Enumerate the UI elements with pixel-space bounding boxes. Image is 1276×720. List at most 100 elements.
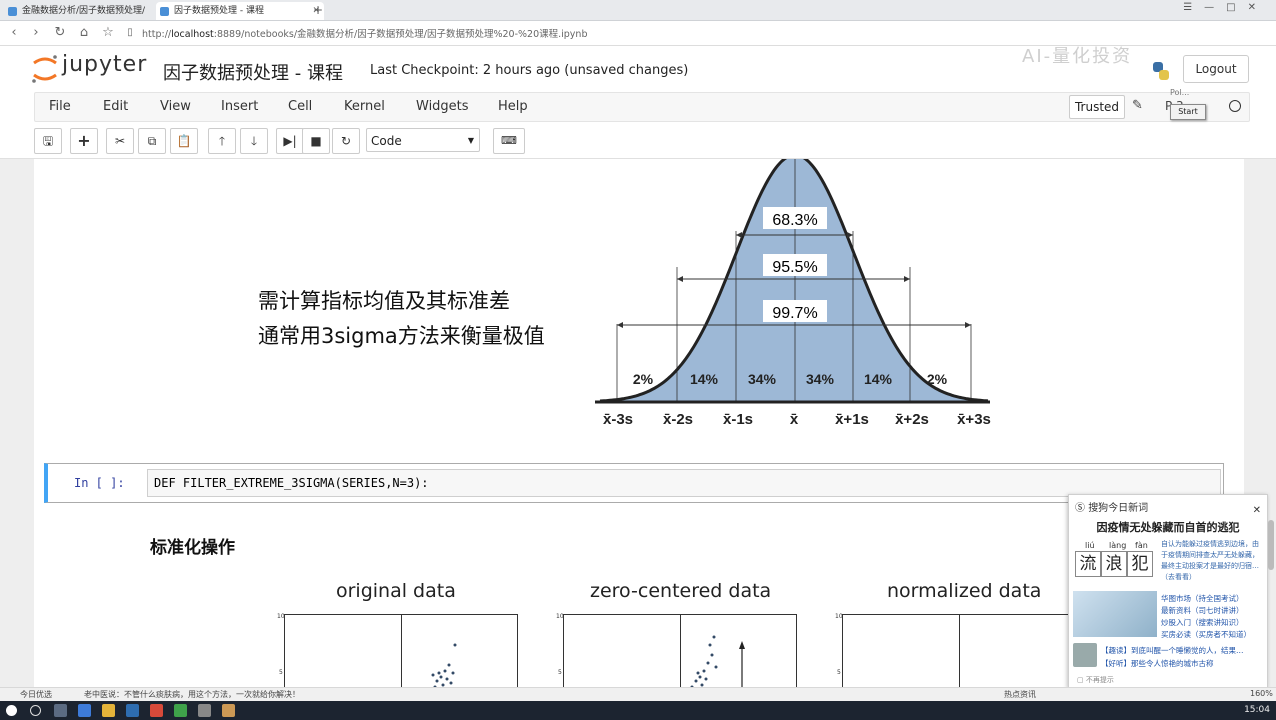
x-axis-label: x̄+3s	[957, 411, 991, 428]
copy-icon[interactable]: ⧉	[138, 128, 166, 154]
left-margin	[0, 159, 34, 687]
browser-tab-2[interactable]: 因子数据预处理 - 课程 ✕	[156, 2, 324, 20]
y-tick: 10	[835, 613, 843, 620]
stop-icon[interactable]: ■	[302, 128, 330, 154]
hanzi-char: 浪	[1101, 551, 1127, 577]
bookmark-icon[interactable]: ☆	[100, 25, 116, 40]
x-axis-label: x̄-2s	[663, 411, 693, 428]
browser-tab-bar: 金融数据分析/因子数据预处理/ 因子数据预处理 - 课程 ✕ + ☰—□✕	[0, 0, 1276, 21]
bracket-label-99: 99.7%	[772, 305, 817, 322]
checkpoint-status: Last Checkpoint: 2 hours ago (unsaved ch…	[370, 63, 689, 78]
plot-title-zero-centered: zero-centered data	[590, 580, 772, 602]
cell-type-select[interactable]: Code ▼	[366, 128, 480, 152]
scrollbar[interactable]	[1268, 520, 1274, 570]
bracket-label-68: 68.3%	[772, 212, 817, 229]
section-heading: 标准化操作	[150, 538, 235, 558]
menu-file[interactable]: File	[49, 99, 71, 114]
popup-link[interactable]: 买房必读（买房者不知道）	[1161, 629, 1251, 640]
popup-news[interactable]: 【好听】那些令人惊艳的城市古称	[1101, 658, 1214, 669]
app-icon[interactable]	[174, 704, 187, 717]
paste-icon[interactable]: 📋	[170, 128, 198, 154]
popup-link[interactable]: 最新资料（司七时讲讲）	[1161, 605, 1244, 616]
keyboard-icon[interactable]: ⌨	[493, 128, 525, 154]
logout-button[interactable]: Logout	[1183, 55, 1249, 83]
plus-icon[interactable]: +	[70, 128, 98, 154]
close-icon[interactable]: ✕	[1253, 505, 1261, 516]
cell-prompt: In [ ]:	[74, 476, 125, 490]
popup-header-text: 搜狗今日新词	[1088, 503, 1149, 514]
app-icon[interactable]	[126, 704, 139, 717]
news-thumbnail[interactable]	[1073, 643, 1097, 667]
ie-icon[interactable]	[78, 704, 91, 717]
menubar: File Edit View Insert Cell Kernel Widget…	[34, 92, 1250, 122]
popup-link[interactable]: 炒股入门（搜索讲知识）	[1161, 617, 1244, 628]
start-popup-button[interactable]: Start	[1170, 104, 1206, 120]
hanzi-char: 流	[1075, 551, 1101, 577]
tab-favicon-icon	[8, 7, 17, 16]
trusted-indicator[interactable]: Trusted	[1069, 95, 1125, 119]
menu-view[interactable]: View	[160, 99, 191, 114]
popup-dismiss[interactable]: ▢ 不再提示	[1077, 675, 1114, 685]
news-thumbnail[interactable]	[1073, 591, 1157, 637]
slide-text-line-1: 需计算指标均值及其标准差	[258, 289, 510, 313]
url-host: localhost	[171, 29, 214, 40]
app-icon[interactable]	[222, 704, 235, 717]
folder-icon[interactable]	[102, 704, 115, 717]
forward-icon[interactable]: ›	[28, 25, 44, 40]
run-icon[interactable]: ▶|	[276, 128, 304, 154]
task-view-icon[interactable]	[54, 704, 67, 717]
browser-tab-1[interactable]: 金融数据分析/因子数据预处理/	[4, 2, 170, 20]
segment-label: 2%	[633, 371, 654, 387]
popup-title[interactable]: 因疫情无处躲藏而自首的逃犯	[1069, 519, 1267, 535]
checkbox-icon: ▢	[1077, 676, 1086, 684]
start-icon[interactable]	[6, 705, 17, 716]
menu-widgets[interactable]: Widgets	[416, 99, 469, 114]
tab-label: 因子数据预处理 - 课程	[174, 6, 264, 16]
menu-kernel[interactable]: Kernel	[344, 99, 385, 114]
new-tab-icon[interactable]: +	[313, 3, 323, 17]
url-prefix: http://	[142, 29, 172, 40]
popup-dismiss-text: 不再提示	[1085, 676, 1114, 684]
segment-label: 2%	[927, 371, 948, 387]
y-tick: 5	[558, 669, 562, 676]
pencil-icon[interactable]: ✎	[1132, 98, 1143, 113]
clock[interactable]: 15:04	[1244, 705, 1270, 715]
popup-description[interactable]: 自认为能躲过疫情逃到边境，由于疫情期间排查太严无处躲藏，最终主动投案才是最好的归…	[1161, 539, 1261, 583]
x-axis-label: x̄-3s	[603, 411, 633, 428]
code-editor[interactable]: DEF FILTER_EXTREME_3SIGMA(SERIES,N=3):	[147, 469, 1221, 497]
save-icon[interactable]: 🖫	[34, 128, 62, 154]
x-axis-label: x̄-1s	[723, 411, 753, 428]
arrow-down-icon[interactable]: 🡓	[240, 128, 268, 154]
app-icon[interactable]	[198, 704, 211, 717]
os-taskbar: 15:04	[0, 701, 1276, 720]
menu-cell[interactable]: Cell	[288, 99, 312, 114]
news-popup[interactable]: Ⓢ 搜狗今日新词 ✕ 因疫情无处躲藏而自首的逃犯 liú làng fàn 流 …	[1068, 494, 1268, 688]
popup-header: Ⓢ 搜狗今日新词	[1075, 499, 1148, 514]
menu-edit[interactable]: Edit	[103, 99, 128, 114]
notebook-title[interactable]: 因子数据预处理 - 课程	[163, 59, 343, 85]
window-controls[interactable]: ☰—□✕	[1183, 2, 1268, 13]
status-ad[interactable]: 老中医说：不管什么痰肤病，用这个方法，一次就给你解决！	[84, 689, 300, 700]
code-cell[interactable]: In [ ]: DEF FILTER_EXTREME_3SIGMA(SERIES…	[44, 463, 1224, 503]
x-axis-label: x̄+1s	[835, 411, 869, 428]
home-icon[interactable]: ⌂	[76, 25, 92, 40]
status-right[interactable]: 热点资讯	[1004, 689, 1036, 700]
arrow-up-icon[interactable]: 🡑	[208, 128, 236, 154]
restart-icon[interactable]: ↻	[332, 128, 360, 154]
menu-help[interactable]: Help	[498, 99, 528, 114]
cell-type-value: Code	[371, 134, 402, 148]
search-icon[interactable]	[30, 705, 41, 716]
url-field[interactable]: http://localhost:8889/notebooks/金融数据分析/因…	[142, 26, 587, 40]
back-icon[interactable]: ‹	[6, 25, 22, 40]
popup-news[interactable]: 【趣读】到底叫醒一个睡懒觉的人，结果…	[1101, 645, 1244, 656]
normal-distribution-diagram: 68.3% 95.5% 99.7% 2% 14% 34% 34% 14% 2% …	[595, 159, 991, 428]
reload-icon[interactable]: ↻	[52, 25, 68, 40]
app-icon[interactable]	[150, 704, 163, 717]
y-tick: 5	[837, 669, 841, 676]
status-left[interactable]: 今日优选	[20, 689, 52, 700]
popup-link[interactable]: 华图市场（持全国考试）	[1161, 593, 1244, 604]
zoom-level[interactable]: 160%	[1250, 689, 1273, 698]
menu-insert[interactable]: Insert	[221, 99, 258, 114]
y-tick: 10	[277, 613, 285, 620]
cut-icon[interactable]: ✂	[106, 128, 134, 154]
